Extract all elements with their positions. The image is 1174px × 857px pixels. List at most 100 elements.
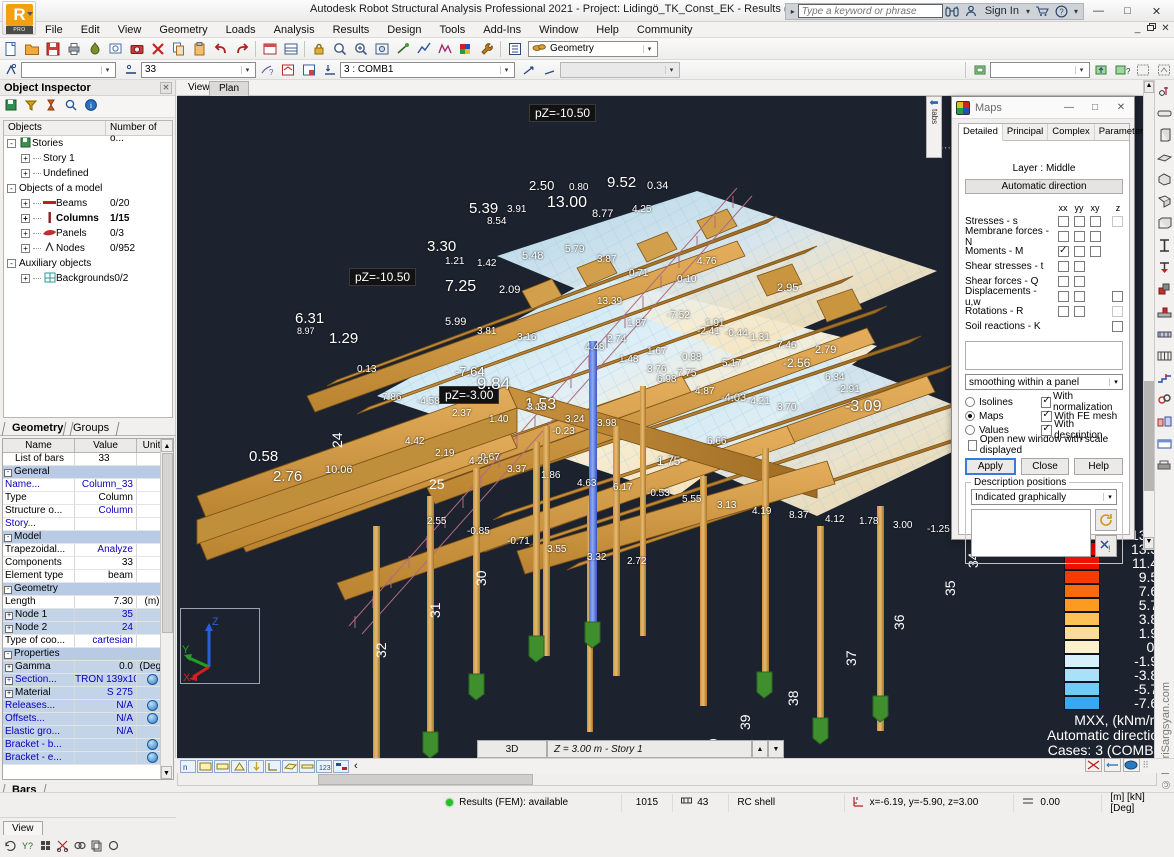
maps-close-button[interactable]: ✕ xyxy=(1108,97,1134,118)
viewport-overflow-icon[interactable]: ⋯ xyxy=(940,141,951,154)
prop-value[interactable] xyxy=(75,739,137,751)
prop-row-offsets[interactable]: Offsets... N/A xyxy=(3,713,173,726)
check-description[interactable] xyxy=(1040,423,1052,436)
tree-node-auxiliary-objects[interactable]: - Auxiliary objects xyxy=(4,256,172,271)
chevron-down-icon[interactable]: ▾ xyxy=(665,65,677,74)
prop-value[interactable]: TRON 139x10 xyxy=(75,674,137,686)
tab-geometry[interactable]: Geometry xyxy=(4,422,71,436)
loadcase-icon[interactable] xyxy=(319,60,340,80)
prop-value[interactable]: N/A xyxy=(75,726,137,738)
y-axis-icon[interactable]: Y? xyxy=(21,839,35,855)
tree-expander[interactable]: + xyxy=(21,199,30,208)
prop-group-geometry[interactable]: - Geometry xyxy=(3,583,173,596)
prop-row-section[interactable]: + Section... TRON 139x10 xyxy=(3,674,173,687)
view-load-icon[interactable] xyxy=(248,759,264,773)
maps-checkbox[interactable] xyxy=(1073,276,1085,287)
mode-combo[interactable]: ▾ xyxy=(560,61,680,78)
prop-row-name[interactable]: Name... Column_33 xyxy=(3,479,173,492)
maps-checkbox[interactable] xyxy=(1089,231,1101,242)
maps-checkbox[interactable] xyxy=(1073,231,1085,242)
chevron-down-icon[interactable]: ▾ xyxy=(643,44,655,53)
print-preview-icon[interactable] xyxy=(84,39,105,59)
maps-tab-detailed[interactable]: Detailed xyxy=(959,124,1003,141)
slab-icon[interactable] xyxy=(1155,146,1174,168)
bar-section-icon[interactable] xyxy=(1155,102,1174,124)
help-circle-icon[interactable]: ? xyxy=(1052,3,1071,20)
load-case-combo[interactable]: 3 : COMB1 ▾ xyxy=(340,61,515,78)
maps-checkbox[interactable] xyxy=(1057,306,1069,317)
scissors-icon[interactable] xyxy=(56,839,69,855)
prop-value[interactable]: N/A xyxy=(75,700,137,712)
check-femesh[interactable] xyxy=(1040,409,1052,422)
prop-row-length[interactable]: Length 7.30 (m) xyxy=(3,596,173,609)
paste-icon[interactable] xyxy=(189,39,210,59)
signin-dropdown-icon[interactable]: ▾ xyxy=(1023,7,1033,16)
prop-group-model[interactable]: - Model xyxy=(3,531,173,544)
user-icon[interactable] xyxy=(962,3,981,20)
display-settings-icon[interactable] xyxy=(504,39,525,59)
prop-value[interactable]: beam xyxy=(75,570,137,582)
globe-icon[interactable] xyxy=(146,700,158,711)
selection-combo[interactable]: ▾ xyxy=(21,61,116,78)
maps-tab-complex[interactable]: Complex xyxy=(1048,124,1095,140)
node-support-icon[interactable] xyxy=(1155,80,1174,102)
view-display-icon[interactable] xyxy=(333,759,349,773)
maps-tab-principal[interactable]: Principal xyxy=(1003,124,1049,140)
row-expand-icon[interactable]: + xyxy=(5,612,13,620)
panel-icon[interactable] xyxy=(1155,190,1174,212)
row-expand-icon[interactable]: + xyxy=(5,664,13,672)
maps-checkbox[interactable] xyxy=(1112,216,1123,227)
menu-item-edit[interactable]: Edit xyxy=(72,22,109,38)
app-logo-button[interactable]: R PRO xyxy=(2,1,36,35)
viewport-tab-plan[interactable]: Plan xyxy=(209,81,250,96)
prop-row-bracket-b[interactable]: Bracket - b... xyxy=(3,739,173,752)
check-normalization-row[interactable]: With normalization xyxy=(1038,391,1123,413)
radio-maps[interactable] xyxy=(965,411,975,421)
view-1-icon[interactable] xyxy=(1132,60,1153,80)
globe-icon[interactable] xyxy=(146,713,158,724)
tree-node-beams[interactable]: + Beams 0/20 xyxy=(4,196,172,211)
level-up-button[interactable]: ▲ xyxy=(752,740,768,758)
story-up-icon[interactable] xyxy=(1090,60,1111,80)
tree-expander[interactable]: + xyxy=(21,229,30,238)
help-button[interactable]: Help xyxy=(1074,458,1124,475)
row-expand-icon[interactable]: + xyxy=(5,625,13,633)
maps-checkbox[interactable] xyxy=(1057,231,1069,242)
tree-expander[interactable]: + xyxy=(21,244,30,253)
save-icon[interactable] xyxy=(42,39,63,59)
viewport-horizontal-scrollbar[interactable] xyxy=(177,772,1157,786)
prop-value[interactable]: N/A xyxy=(75,713,137,725)
menu-item-file[interactable]: File xyxy=(36,22,72,38)
chevron-down-icon[interactable]: ▾ xyxy=(1075,65,1087,74)
window-minimize-button[interactable]: — xyxy=(1084,1,1113,21)
prop-row-releases[interactable]: Releases... N/A xyxy=(3,700,173,713)
menu-item-community[interactable]: Community xyxy=(628,22,702,38)
check-normalization[interactable] xyxy=(1040,395,1051,408)
scroll-down-icon[interactable]: ▼ xyxy=(161,766,172,779)
menu-item-analysis[interactable]: Analysis xyxy=(265,22,324,38)
radio-values[interactable] xyxy=(965,425,975,435)
tree-node-story-1[interactable]: + Story 1 xyxy=(4,151,172,166)
maps-maximize-button[interactable]: □ xyxy=(1082,97,1108,118)
properties-scrollbar[interactable]: ▲ ▼ xyxy=(160,439,173,779)
chevron-down-icon[interactable]: ▾ xyxy=(1103,493,1116,501)
maps-icon[interactable] xyxy=(455,39,476,59)
row-expand-icon[interactable]: + xyxy=(5,690,13,698)
automatic-direction-button[interactable]: Automatic direction xyxy=(965,179,1123,194)
tree-expander[interactable]: + xyxy=(21,214,30,223)
beam-design-icon[interactable] xyxy=(1155,322,1174,344)
solid-icon[interactable] xyxy=(1155,168,1174,190)
view-slab-icon[interactable] xyxy=(299,759,315,773)
render-icon[interactable] xyxy=(1123,758,1141,772)
frame-design-icon[interactable] xyxy=(1155,410,1174,432)
delete-icon[interactable] xyxy=(147,39,168,59)
print-design-icon[interactable] xyxy=(1155,454,1174,476)
tree-node-objects-of-a-model[interactable]: - Objects of a model xyxy=(4,181,172,196)
prop-row-gamma[interactable]: + Gamma 0.0 (Deg) xyxy=(3,661,173,674)
zoom-out-icon[interactable] xyxy=(329,39,350,59)
prop-row-list-of-bars[interactable]: List of bars 33 xyxy=(3,453,173,466)
view-support-icon[interactable] xyxy=(231,759,247,773)
zoom-all-icon[interactable] xyxy=(371,39,392,59)
level-down-button[interactable]: ▼ xyxy=(768,740,784,758)
maps-checkbox[interactable] xyxy=(1057,245,1069,257)
